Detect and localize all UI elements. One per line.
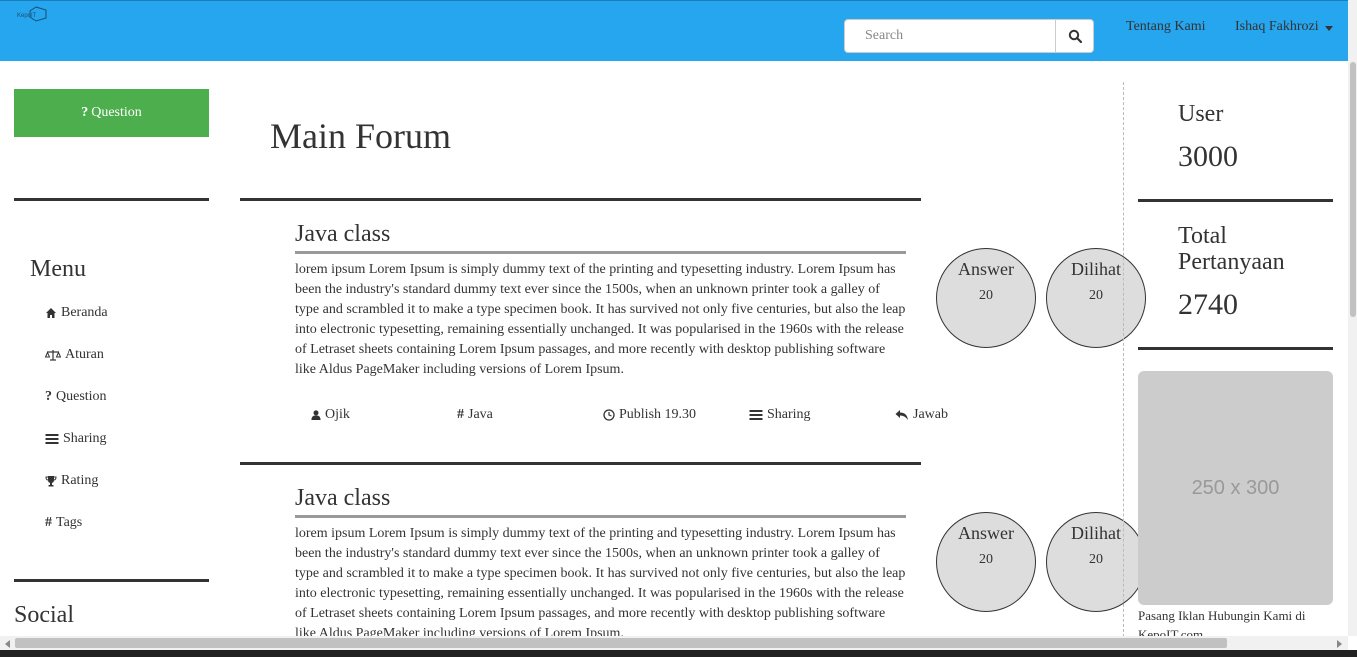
post-publish-time: Publish 19.30 <box>603 407 696 423</box>
ad-placeholder[interactable]: 250 x 300 <box>1138 371 1333 605</box>
ask-question-label: Question <box>91 105 142 120</box>
answer-count-badge: Answer 20 <box>936 248 1036 348</box>
ad-size-label: 250 x 300 <box>1191 476 1280 499</box>
answer-count: 20 <box>979 552 993 567</box>
nav-tentang-kami[interactable]: Tentang Kami <box>1126 19 1206 35</box>
post-title[interactable]: Java class <box>295 219 906 254</box>
post-author[interactable]: Ojik <box>311 407 350 423</box>
post-divider <box>240 462 921 465</box>
horizontal-scrollbar-thumb[interactable] <box>15 638 1227 648</box>
sidebar-divider <box>14 198 209 201</box>
author-name: Ojik <box>325 407 350 422</box>
ask-question-button[interactable]: ? Question <box>14 89 209 137</box>
list-icon <box>749 410 763 420</box>
clock-icon <box>603 409 615 421</box>
stat-divider <box>1138 347 1333 350</box>
sidebar-item-label: Sharing <box>63 431 107 446</box>
search-form <box>844 19 1094 53</box>
view-label: Dilihat <box>1071 523 1121 543</box>
user-icon <box>311 410 321 420</box>
reply-label: Jawab <box>913 407 948 422</box>
ad-caption: Pasang Iklan Hubungin Kami di KepoIT.com <box>1138 608 1306 636</box>
post-title[interactable]: Java class <box>295 483 906 518</box>
sidebar-item-question[interactable]: ? Question <box>45 389 107 405</box>
sidebar-item-label: Rating <box>61 473 99 488</box>
category-label: Sharing <box>767 407 811 422</box>
right-sidebar-divider <box>1123 82 1124 642</box>
search-button[interactable] <box>1056 19 1094 53</box>
menu-title: Menu <box>30 256 86 282</box>
view-count: 20 <box>1089 552 1103 567</box>
hashtag-icon: # <box>457 407 464 422</box>
sidebar-item-tags[interactable]: # Tags <box>45 515 82 531</box>
vertical-scrollbar-thumb[interactable] <box>1350 62 1356 317</box>
balance-scale-icon <box>45 350 61 361</box>
stat-divider <box>1138 199 1333 202</box>
view-count: 20 <box>1089 288 1103 303</box>
svg-text:KepoIT: KepoIT <box>17 13 37 19</box>
scroll-left-arrow-icon[interactable] <box>5 640 10 648</box>
sidebar-item-rating[interactable]: Rating <box>45 473 98 489</box>
window-bottom-border <box>0 650 1357 657</box>
post-body: lorem ipsum Lorem Ipsum is simply dummy … <box>295 262 906 377</box>
answer-label: Answer <box>958 259 1014 279</box>
social-title: Social <box>14 602 74 628</box>
sidebar-item-sharing[interactable]: Sharing <box>45 431 107 447</box>
reply-icon <box>895 410 908 420</box>
user-name: Ishaq Fakhrozi <box>1235 19 1319 34</box>
sidebar-item-beranda[interactable]: Beranda <box>45 305 108 321</box>
caret-down-icon <box>1324 25 1333 31</box>
sidebar-item-label: Tags <box>56 515 83 530</box>
search-icon <box>1068 29 1082 43</box>
scroll-right-arrow-icon[interactable] <box>1337 640 1342 648</box>
trophy-icon <box>45 476 57 487</box>
view-count-badge: Dilihat 20 <box>1046 512 1146 612</box>
home-icon <box>46 308 56 318</box>
user-menu-dropdown[interactable]: Ishaq Fakhrozi <box>1235 19 1333 35</box>
sidebar-item-label: Question <box>56 389 107 404</box>
publish-label: Publish 19.30 <box>619 407 697 422</box>
sidebar-item-aturan[interactable]: Aturan <box>45 347 104 363</box>
stat-user-label: User <box>1178 101 1224 127</box>
answer-count-badge: Answer 20 <box>936 512 1036 612</box>
search-input[interactable] <box>844 19 1056 53</box>
post-divider <box>240 198 921 201</box>
post-body: lorem ipsum Lorem Ipsum is simply dummy … <box>295 526 906 636</box>
sidebar-divider <box>14 579 209 582</box>
stat-total-value: 2740 <box>1178 288 1238 321</box>
reply-button[interactable]: Jawab <box>895 407 948 423</box>
tag-label: Java <box>468 407 493 422</box>
list-icon <box>45 434 59 444</box>
answer-label: Answer <box>958 523 1014 543</box>
sidebar-item-label: Aturan <box>65 347 104 362</box>
post-tag[interactable]: # Java <box>457 407 493 423</box>
question-icon: ? <box>45 389 52 404</box>
answer-count: 20 <box>979 288 993 303</box>
sidebar-item-label: Beranda <box>61 305 108 320</box>
post-category[interactable]: Sharing <box>749 407 811 423</box>
view-count-badge: Dilihat 20 <box>1046 248 1146 348</box>
stat-total-label: Total Pertanyaan <box>1178 223 1285 275</box>
site-logo[interactable]: KepoIT <box>16 5 48 23</box>
stat-user-value: 3000 <box>1178 140 1238 173</box>
question-icon: ? <box>81 105 89 120</box>
view-label: Dilihat <box>1071 259 1121 279</box>
page-title: Main Forum <box>270 116 452 156</box>
navbar: KepoIT Tentang Kami Ishaq Fakhrozi <box>0 0 1357 61</box>
hashtag-icon: # <box>45 515 52 530</box>
